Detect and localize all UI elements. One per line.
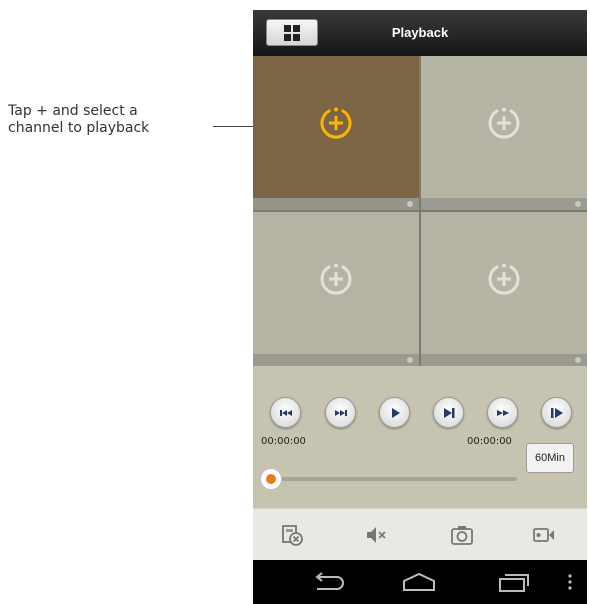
- next-frame-icon: [444, 408, 455, 418]
- end-time: 00:00:00: [467, 436, 512, 447]
- title-bar: Playback: [253, 10, 587, 56]
- tile-status-bar: [421, 354, 587, 366]
- page-title: Playback: [391, 25, 449, 40]
- add-channel-icon[interactable]: [319, 262, 353, 296]
- play-icon: [392, 408, 400, 418]
- progress-thumb[interactable]: [260, 468, 282, 490]
- system-navigation-bar: [253, 560, 587, 604]
- phone-screen: Playback 00:00:00 00:00:00 60Min: [253, 10, 587, 604]
- skip-to-start-button[interactable]: [270, 397, 301, 428]
- previous-frame-icon: [335, 410, 347, 416]
- mute-icon[interactable]: [364, 523, 388, 547]
- channel-tile-4[interactable]: [421, 212, 587, 366]
- slow-play-icon: [551, 408, 563, 418]
- recent-apps-icon[interactable]: [497, 572, 531, 592]
- tile-status-bar: [253, 198, 419, 210]
- start-time: 00:00:00: [261, 436, 306, 447]
- callout-line-2: channel to playback: [8, 120, 150, 136]
- channel-tile-1[interactable]: [253, 56, 419, 210]
- fast-forward-button[interactable]: [487, 397, 518, 428]
- home-icon[interactable]: [401, 572, 437, 592]
- duration-button[interactable]: 60Min: [526, 443, 574, 473]
- close-all-icon[interactable]: [280, 523, 304, 547]
- channel-grid: [253, 56, 587, 366]
- tile-status-bar: [421, 198, 587, 210]
- playback-controls: 00:00:00 00:00:00 60Min: [253, 366, 587, 508]
- callout-annotation: Tap + and select a channel to playback: [8, 103, 208, 137]
- add-channel-icon[interactable]: [319, 106, 353, 140]
- back-icon[interactable]: [311, 572, 345, 592]
- action-toolbar: [253, 508, 587, 560]
- tile-status-bar: [253, 354, 419, 366]
- overflow-menu-icon[interactable]: [567, 572, 573, 592]
- record-icon[interactable]: [532, 523, 556, 547]
- previous-frame-button[interactable]: [325, 397, 356, 428]
- progress-track[interactable]: [271, 477, 517, 481]
- slow-play-button[interactable]: [541, 397, 572, 428]
- play-button[interactable]: [379, 397, 410, 428]
- callout-line-1: Tap + and select a: [8, 103, 138, 119]
- add-channel-icon[interactable]: [487, 262, 521, 296]
- snapshot-icon[interactable]: [450, 523, 474, 547]
- channel-tile-2[interactable]: [421, 56, 587, 210]
- fast-forward-icon: [497, 410, 509, 416]
- add-channel-icon[interactable]: [487, 106, 521, 140]
- next-frame-button[interactable]: [433, 397, 464, 428]
- channel-tile-3[interactable]: [253, 212, 419, 366]
- skip-to-start-icon: [280, 410, 292, 416]
